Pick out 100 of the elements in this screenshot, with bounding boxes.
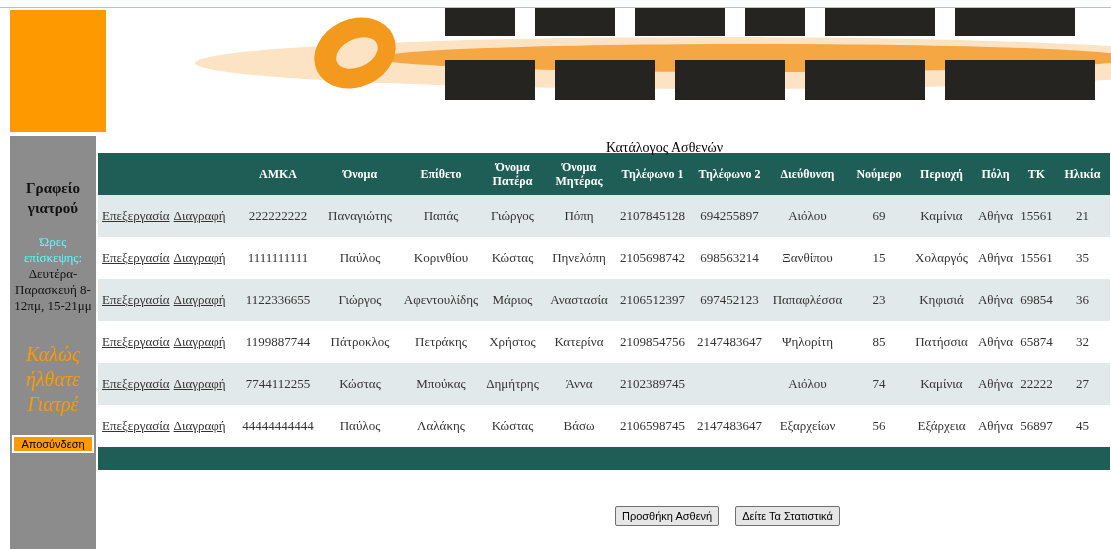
table-cell: Παύλος bbox=[339, 418, 381, 433]
column-header: Όνομα Μητέρας bbox=[545, 153, 613, 195]
table-cell: Χολαργός bbox=[915, 250, 968, 265]
table-cell: 32 bbox=[1076, 334, 1089, 349]
table-cell: 69 bbox=[872, 208, 886, 223]
table-cell: 694255897 bbox=[700, 208, 759, 223]
table-cell: Αθήνα bbox=[977, 334, 1014, 349]
table-cell: Παναγιώτης bbox=[328, 208, 392, 223]
table-cell: 2102389745 bbox=[620, 376, 685, 391]
column-header: Περιοχή bbox=[910, 153, 973, 195]
table-cell: 74 bbox=[872, 376, 886, 391]
delete-link[interactable]: Διαγραφή bbox=[173, 250, 226, 265]
table-cell: Πηνελόπη bbox=[552, 250, 606, 265]
table-cell: 1111111111 bbox=[247, 250, 309, 265]
table-cell: Αιόλου bbox=[788, 208, 827, 223]
table-cell: 15561 bbox=[1020, 208, 1053, 223]
table-cell: Λαλάκης bbox=[417, 418, 465, 433]
delete-link[interactable]: Διαγραφή bbox=[173, 418, 226, 433]
delete-link[interactable]: Διαγραφή bbox=[173, 334, 226, 349]
table-cell: Κορινθίου bbox=[413, 250, 469, 265]
column-header: Επίθετο bbox=[402, 153, 480, 195]
column-header: Τηλέφωνο 2 bbox=[692, 153, 767, 195]
table-cell: Πετράκης bbox=[415, 334, 467, 349]
table-cell: 85 bbox=[872, 334, 886, 349]
add-patient-button[interactable]: Προσθήκη Ασθενή bbox=[615, 506, 720, 526]
edit-link[interactable]: Επεξεργασία bbox=[102, 376, 170, 391]
table-cell: Εξαρχείων bbox=[779, 418, 836, 433]
edit-link[interactable]: Επεξεργασία bbox=[102, 334, 170, 349]
table-cell: Αναστασία bbox=[550, 292, 608, 307]
table-cell: Αθήνα bbox=[977, 418, 1014, 433]
table-cell: 69854 bbox=[1020, 292, 1053, 307]
table-cell: 56 bbox=[872, 418, 886, 433]
table-cell: Μάριος bbox=[492, 292, 533, 307]
edit-link[interactable]: Επεξεργασία bbox=[102, 292, 170, 307]
table-cell: Γιώργος bbox=[338, 292, 382, 307]
column-header: Πόλη bbox=[973, 153, 1018, 195]
table-cell: 2106598745 bbox=[620, 418, 685, 433]
table-cell: 22222 bbox=[1020, 376, 1053, 391]
sidebar-title: Γραφείο γιατρού bbox=[25, 179, 81, 218]
table-cell: 45 bbox=[1076, 418, 1089, 433]
delete-link[interactable]: Διαγραφή bbox=[173, 208, 226, 223]
table-cell: Μπούκας bbox=[416, 376, 466, 391]
table-cell: Καμίνια bbox=[920, 376, 963, 391]
edit-link[interactable]: Επεξεργασία bbox=[102, 208, 170, 223]
column-header: Νούμερο bbox=[848, 153, 910, 195]
column-header: Όνομα Πατέρα bbox=[480, 153, 545, 195]
column-header: ΤΚ bbox=[1018, 153, 1055, 195]
table-cell: Κηφισιά bbox=[919, 292, 964, 307]
table-cell: 23 bbox=[872, 292, 886, 307]
table-cell: 2147483647 bbox=[697, 418, 762, 433]
table-cell: 44444444444 bbox=[242, 418, 314, 433]
table-caption: Κατάλογος Ασθενών bbox=[604, 139, 725, 153]
table-cell: Αθήνα bbox=[977, 250, 1014, 265]
table-cell: Γιώργος bbox=[491, 208, 534, 223]
table-cell: 56897 bbox=[1020, 418, 1053, 433]
table-cell: 27 bbox=[1076, 376, 1089, 391]
table-cell: 2106512397 bbox=[620, 292, 685, 307]
table-cell: Εξάρχεια bbox=[917, 418, 966, 433]
table-cell: Παύλος bbox=[339, 250, 381, 265]
edit-link[interactable]: Επεξεργασία bbox=[102, 250, 170, 265]
table-cell: 21 bbox=[1076, 208, 1089, 223]
table-cell: 2107845128 bbox=[620, 208, 685, 223]
table-cell: 2105698742 bbox=[620, 250, 685, 265]
table-cell: Ξανθίπου bbox=[782, 250, 833, 265]
welcome-text: Καλώς ήλθατε Γιατρέ bbox=[25, 342, 81, 417]
table-cell: 1122336655 bbox=[245, 292, 311, 307]
table-cell: Πόπη bbox=[564, 208, 594, 223]
table-cell: 2109854756 bbox=[620, 334, 685, 349]
table-cell: 1199887744 bbox=[245, 334, 311, 349]
column-header: Όνομα bbox=[318, 153, 402, 195]
table-cell: Καμίνια bbox=[920, 208, 963, 223]
table-cell: Χρήστος bbox=[489, 334, 536, 349]
hours-label: Ώρες επίσκεψης: bbox=[22, 234, 84, 266]
table-cell: 36 bbox=[1076, 292, 1089, 307]
table-cell: 65874 bbox=[1020, 334, 1053, 349]
table-cell: 697452123 bbox=[700, 292, 759, 307]
table-cell: 15561 bbox=[1020, 250, 1053, 265]
table-cell: Αφεντουλίδης bbox=[403, 292, 479, 307]
table-cell: 15 bbox=[872, 250, 886, 265]
table-cell: Αιόλου bbox=[788, 376, 827, 391]
table-cell: Πατήσσια bbox=[915, 334, 968, 349]
table-cell: Κώστας bbox=[491, 250, 534, 265]
column-header: Διεύθυνση bbox=[767, 153, 848, 195]
statistics-button[interactable]: Δείτε Τα Στατιστικά bbox=[735, 506, 840, 526]
edit-link[interactable]: Επεξεργασία bbox=[102, 418, 170, 433]
table-cell: Αθήνα bbox=[977, 208, 1014, 223]
table-cell: Βάσω bbox=[563, 418, 595, 433]
table-cell: 7744112255 bbox=[245, 376, 311, 391]
table-cell: Κατερίνα bbox=[554, 334, 604, 349]
logout-button[interactable]: Αποσύνδεση bbox=[12, 435, 94, 453]
delete-link[interactable]: Διαγραφή bbox=[173, 376, 226, 391]
table-cell: Παπαφλέσσα bbox=[772, 292, 843, 307]
hours-text: Δευτέρα-Παρασκευή 8-12πμ, 15-21μμ bbox=[13, 266, 93, 314]
column-header: ΑΜΚΑ bbox=[238, 153, 318, 195]
column-header: Ηλικία bbox=[1055, 153, 1110, 195]
table-cell: 222222222 bbox=[248, 208, 308, 223]
table-cell: Αθήνα bbox=[977, 376, 1014, 391]
table-cell: Άννα bbox=[565, 376, 593, 391]
delete-link[interactable]: Διαγραφή bbox=[173, 292, 226, 307]
table-cell: Αθήνα bbox=[977, 292, 1014, 307]
